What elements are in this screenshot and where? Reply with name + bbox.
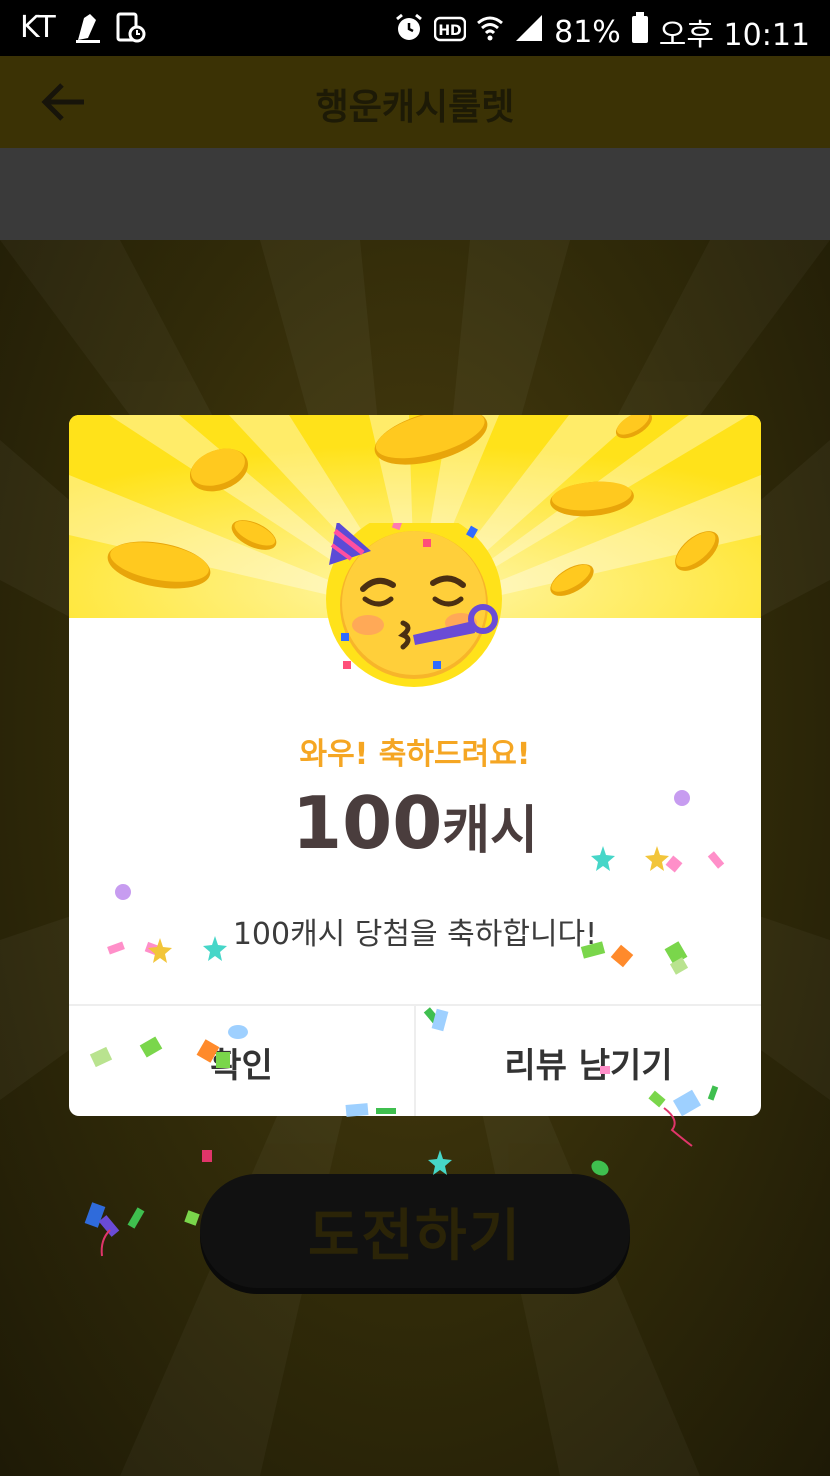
carrier-label: KT	[20, 10, 56, 45]
reward-dialog: 와우! 축하드려요! 100캐시 100캐시 당첨을 축하합니다! 확인 리뷰 …	[69, 415, 761, 1116]
reward-amount: 100캐시	[69, 781, 761, 865]
congrats-text: 와우! 축하드려요!	[299, 737, 531, 772]
battery-icon	[631, 12, 649, 52]
app-header: 행운캐시룰렛	[0, 56, 830, 148]
challenge-button[interactable]: 도전하기	[200, 1174, 630, 1288]
battery-percent: 81%	[554, 14, 621, 50]
reward-message: 100캐시 당첨을 축하합니다!	[232, 917, 598, 952]
leave-review-button[interactable]: 리뷰 남기기	[414, 1006, 761, 1116]
dialog-buttons: 확인 리뷰 남기기	[69, 1004, 761, 1116]
signal-icon	[514, 13, 544, 51]
clock-time: 오후 10:11	[658, 18, 810, 53]
alarm-icon	[394, 13, 424, 51]
confirm-button[interactable]: 확인	[69, 1006, 414, 1116]
svg-text:HD: HD	[438, 23, 461, 39]
status-bar: KT HD 81% 오후 10:11	[0, 0, 830, 56]
page-title: 행운캐시룰렛	[315, 87, 515, 128]
reward-amount-unit: 캐시	[442, 801, 538, 861]
hd-icon: HD	[433, 15, 467, 50]
sneaker-icon	[74, 12, 102, 52]
reward-amount-number: 100	[292, 781, 443, 865]
partying-face-emoji	[323, 511, 505, 687]
screen-timer-icon	[116, 12, 146, 52]
info-bar	[0, 148, 830, 240]
wifi-icon	[476, 13, 504, 51]
